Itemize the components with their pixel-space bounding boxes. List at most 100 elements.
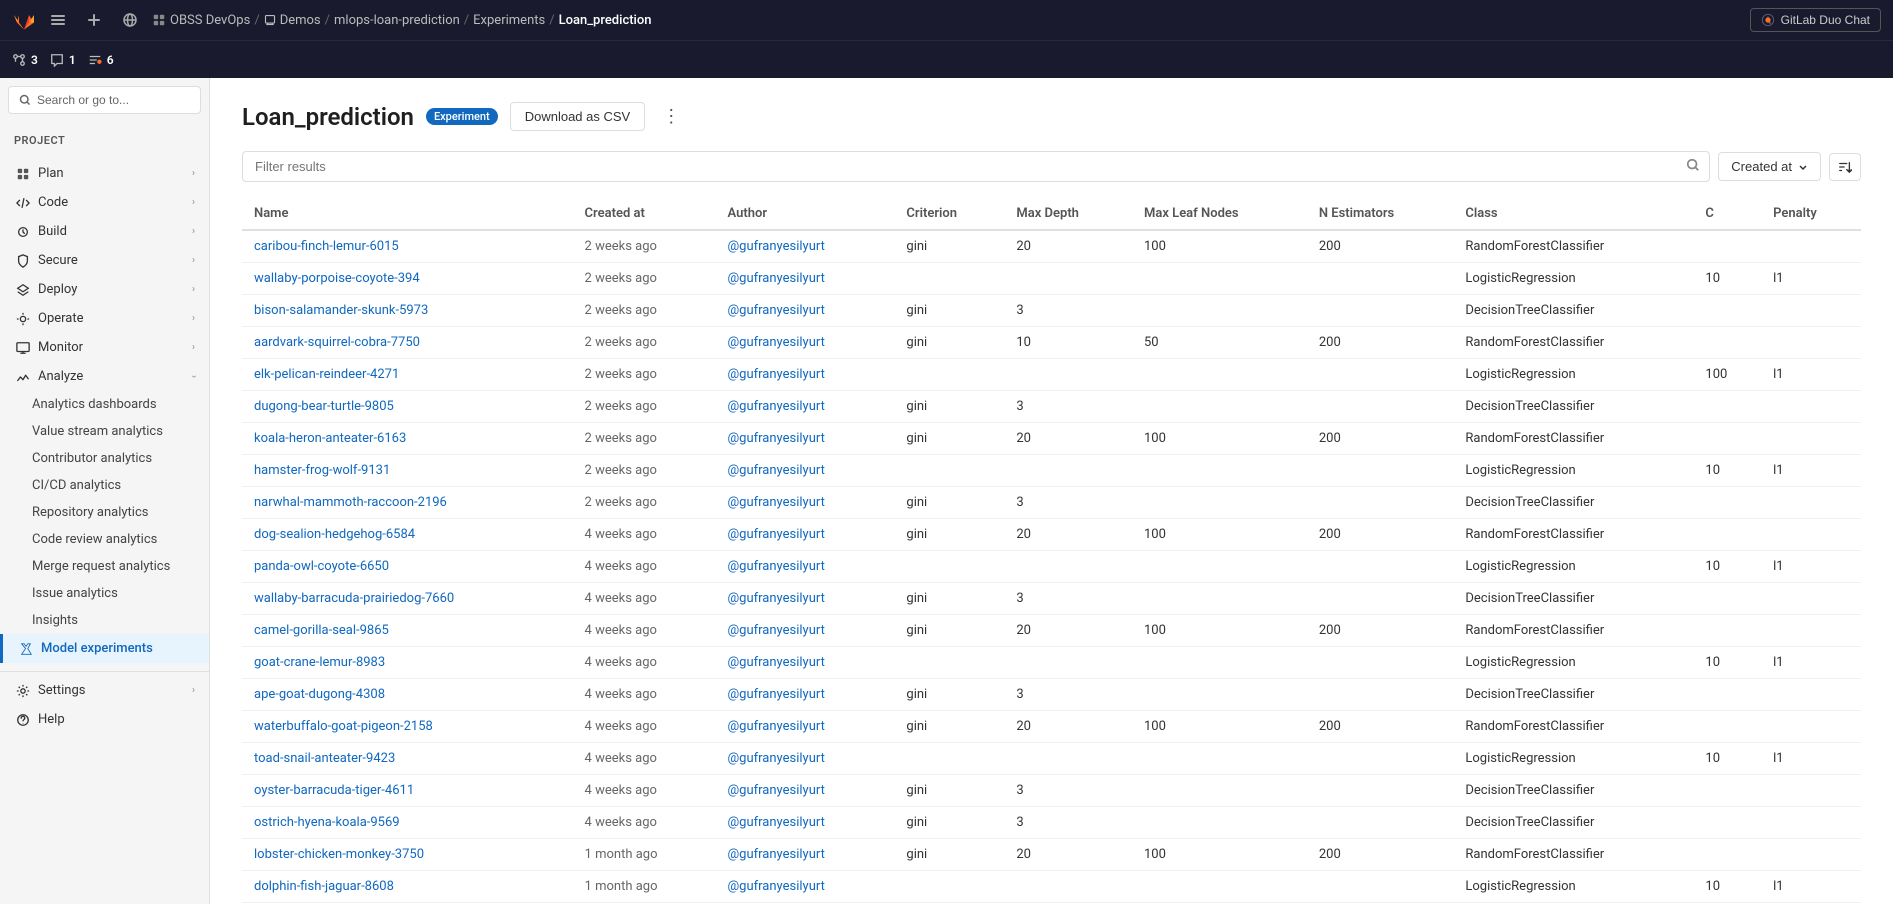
sidebar-sub-contributor[interactable]: Contributor analytics bbox=[0, 445, 209, 472]
cell-name: elk-pelican-reindeer-4271 bbox=[242, 359, 573, 391]
author-link[interactable]: @gufranyesilyurt bbox=[727, 751, 824, 766]
experiment-link[interactable]: toad-snail-anteater-9423 bbox=[254, 751, 395, 766]
breadcrumb-demos[interactable]: Demos bbox=[280, 13, 321, 28]
author-link[interactable]: @gufranyesilyurt bbox=[727, 847, 824, 862]
breadcrumb-mlops[interactable]: mlops-loan-prediction bbox=[334, 13, 460, 28]
cell-name: hamster-frog-wolf-9131 bbox=[242, 455, 573, 487]
globe-icon-button[interactable] bbox=[116, 6, 144, 34]
filter-search-icon bbox=[1686, 158, 1700, 176]
experiment-link[interactable]: elk-pelican-reindeer-4271 bbox=[254, 367, 399, 382]
author-link[interactable]: @gufranyesilyurt bbox=[727, 495, 824, 510]
cell-penalty: l1 bbox=[1761, 455, 1861, 487]
author-link[interactable]: @gufranyesilyurt bbox=[727, 303, 824, 318]
cell-n-estimators bbox=[1307, 263, 1454, 295]
author-link[interactable]: @gufranyesilyurt bbox=[727, 463, 824, 478]
sidebar-sub-value-stream[interactable]: Value stream analytics bbox=[0, 418, 209, 445]
experiment-link[interactable]: panda-owl-coyote-6650 bbox=[254, 559, 389, 574]
cell-criterion: gini bbox=[894, 327, 1004, 359]
author-link[interactable]: @gufranyesilyurt bbox=[727, 687, 824, 702]
experiment-link[interactable]: lobster-chicken-monkey-3750 bbox=[254, 847, 424, 862]
sort-button[interactable]: Created at bbox=[1718, 152, 1821, 181]
author-link[interactable]: @gufranyesilyurt bbox=[727, 591, 824, 606]
author-link[interactable]: @gufranyesilyurt bbox=[727, 623, 824, 638]
sidebar-sub-repository[interactable]: Repository analytics bbox=[0, 499, 209, 526]
breadcrumb-obss[interactable]: OBSS DevOps bbox=[170, 13, 250, 28]
sidebar-item-operate[interactable]: Operate › bbox=[0, 304, 209, 333]
sidebar-item-deploy[interactable]: Deploy › bbox=[0, 275, 209, 304]
experiment-link[interactable]: bison-salamander-skunk-5973 bbox=[254, 303, 428, 318]
experiment-link[interactable]: waterbuffalo-goat-pigeon-2158 bbox=[254, 719, 433, 734]
experiment-link[interactable]: dog-sealion-hedgehog-6584 bbox=[254, 527, 415, 542]
author-link[interactable]: @gufranyesilyurt bbox=[727, 271, 824, 286]
author-link[interactable]: @gufranyesilyurt bbox=[727, 815, 824, 830]
cell-author: @gufranyesilyurt bbox=[715, 519, 894, 551]
experiment-link[interactable]: caribou-finch-lemur-6015 bbox=[254, 239, 399, 254]
more-options-button[interactable]: ⋮ bbox=[657, 103, 685, 131]
experiment-link[interactable]: oyster-barracuda-tiger-4611 bbox=[254, 783, 414, 798]
sidebar-toggle-button[interactable] bbox=[44, 6, 72, 34]
experiment-link[interactable]: ape-goat-dugong-4308 bbox=[254, 687, 385, 702]
sidebar-sub-cicd[interactable]: CI/CD analytics bbox=[0, 472, 209, 499]
cell-c bbox=[1693, 391, 1761, 423]
sidebar-item-settings[interactable]: Settings › bbox=[0, 676, 209, 705]
download-csv-button[interactable]: Download as CSV bbox=[510, 102, 646, 131]
experiment-link[interactable]: aardvark-squirrel-cobra-7750 bbox=[254, 335, 420, 350]
experiment-link[interactable]: dolphin-fish-jaguar-8608 bbox=[254, 879, 394, 894]
author-link[interactable]: @gufranyesilyurt bbox=[727, 399, 824, 414]
sidebar-item-analyze[interactable]: Analyze › bbox=[0, 362, 209, 391]
cell-created-at: 4 weeks ago bbox=[573, 807, 716, 839]
reviews-notif[interactable]: 1 bbox=[50, 53, 76, 67]
author-link[interactable]: @gufranyesilyurt bbox=[727, 335, 824, 350]
search-or-goto-button[interactable]: Search or go to... bbox=[8, 86, 201, 114]
new-item-button[interactable] bbox=[80, 6, 108, 34]
sidebar-item-plan[interactable]: Plan › bbox=[0, 159, 209, 188]
author-link[interactable]: @gufranyesilyurt bbox=[727, 239, 824, 254]
breadcrumb-experiments[interactable]: Experiments bbox=[473, 13, 545, 28]
experiment-link[interactable]: koala-heron-anteater-6163 bbox=[254, 431, 406, 446]
experiment-link[interactable]: wallaby-barracuda-prairiedog-7660 bbox=[254, 591, 454, 606]
cell-penalty bbox=[1761, 679, 1861, 711]
duo-chat-button[interactable]: GitLab Duo Chat bbox=[1750, 8, 1881, 32]
sidebar-sub-code-review[interactable]: Code review analytics bbox=[0, 526, 209, 553]
sidebar-sub-issue[interactable]: Issue analytics bbox=[0, 580, 209, 607]
table-row: goat-crane-lemur-8983 4 weeks ago @gufra… bbox=[242, 647, 1861, 679]
sidebar-item-help[interactable]: Help bbox=[0, 705, 209, 734]
sidebar-item-secure[interactable]: Secure › bbox=[0, 246, 209, 275]
author-link[interactable]: @gufranyesilyurt bbox=[727, 783, 824, 798]
author-link[interactable]: @gufranyesilyurt bbox=[727, 527, 824, 542]
cell-n-estimators bbox=[1307, 807, 1454, 839]
experiment-link[interactable]: hamster-frog-wolf-9131 bbox=[254, 463, 390, 478]
author-link[interactable]: @gufranyesilyurt bbox=[727, 559, 824, 574]
cell-criterion bbox=[894, 359, 1004, 391]
sidebar-item-code[interactable]: Code › bbox=[0, 188, 209, 217]
author-link[interactable]: @gufranyesilyurt bbox=[727, 655, 824, 670]
author-link[interactable]: @gufranyesilyurt bbox=[727, 367, 824, 382]
merge-requests-notif[interactable]: 3 bbox=[12, 53, 38, 67]
cell-max-leaf-nodes bbox=[1132, 359, 1307, 391]
cell-n-estimators: 200 bbox=[1307, 615, 1454, 647]
experiment-link[interactable]: goat-crane-lemur-8983 bbox=[254, 655, 385, 670]
sort-order-button[interactable] bbox=[1829, 153, 1861, 181]
todos-notif[interactable]: 6 bbox=[88, 53, 114, 67]
experiment-link[interactable]: narwhal-mammoth-raccoon-2196 bbox=[254, 495, 447, 510]
cell-max-depth: 3 bbox=[1004, 391, 1132, 423]
sidebar-sub-merge-request[interactable]: Merge request analytics bbox=[0, 553, 209, 580]
experiment-link[interactable]: wallaby-porpoise-coyote-394 bbox=[254, 271, 420, 286]
experiment-link[interactable]: dugong-bear-turtle-9805 bbox=[254, 399, 394, 414]
experiment-link[interactable]: camel-gorilla-seal-9865 bbox=[254, 623, 389, 638]
sidebar-sub-insights[interactable]: Insights bbox=[0, 607, 209, 634]
author-link[interactable]: @gufranyesilyurt bbox=[727, 879, 824, 894]
experiment-link[interactable]: ostrich-hyena-koala-9569 bbox=[254, 815, 400, 830]
sidebar-item-build[interactable]: Build › bbox=[0, 217, 209, 246]
filter-input[interactable] bbox=[242, 151, 1710, 182]
cell-created-at: 4 weeks ago bbox=[573, 551, 716, 583]
author-link[interactable]: @gufranyesilyurt bbox=[727, 719, 824, 734]
cell-created-at: 4 weeks ago bbox=[573, 583, 716, 615]
cell-created-at: 2 weeks ago bbox=[573, 263, 716, 295]
sidebar-sub-analytics-dashboards[interactable]: Analytics dashboards bbox=[0, 391, 209, 418]
author-link[interactable]: @gufranyesilyurt bbox=[727, 431, 824, 446]
table-body: caribou-finch-lemur-6015 2 weeks ago @gu… bbox=[242, 230, 1861, 903]
sidebar-item-monitor[interactable]: Monitor › bbox=[0, 333, 209, 362]
sidebar-item-model-experiments[interactable]: Model experiments bbox=[0, 634, 209, 663]
cell-n-estimators: 200 bbox=[1307, 423, 1454, 455]
